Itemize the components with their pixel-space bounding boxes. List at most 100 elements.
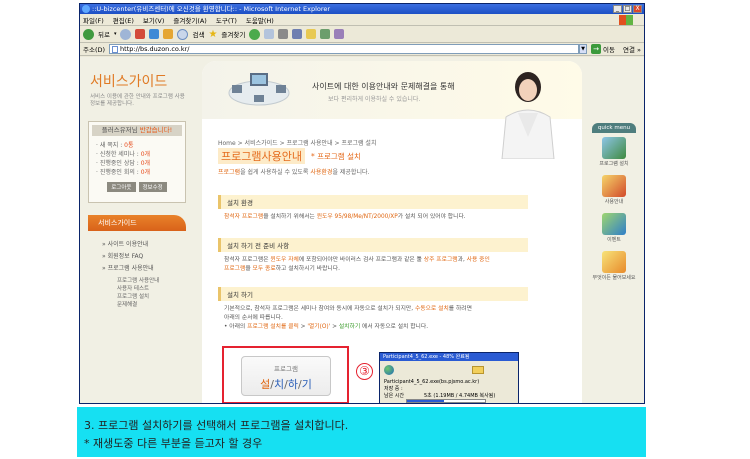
windows-logo-icon: [619, 15, 633, 25]
subnav-item[interactable]: 프로그램 설치: [117, 293, 190, 301]
banner-subtext: 보다 편리하게 이용하실 수 있습니다.: [328, 96, 421, 103]
menu-view[interactable]: 보기(V): [143, 15, 164, 25]
dialog-saving: 저장 중 :: [384, 386, 403, 392]
address-input[interactable]: http://bs.duzon.co.kr/: [109, 44, 580, 54]
section-install-env: 설치 환경 참석자 프로그램을 설치하기 위해서는 윈도우 95/98/Me/N…: [218, 195, 528, 226]
section-heading: 설치 환경: [218, 195, 528, 209]
window-title: ::U-bizcenter(유비즈센터)에 오신것을 환영합니다:: - Mic…: [92, 5, 331, 13]
caption-line-1: 3. 프로그램 설치하기를 선택해서 프로그램을 설치합니다.: [84, 419, 349, 432]
dialog-time-left-value: 5초 (1.19MB / 4.74MB 복사됨): [424, 393, 496, 399]
desc-highlight: 사용환경: [310, 169, 333, 176]
quick-item-install[interactable]: 프로그램 설치: [592, 137, 636, 167]
edit-icon[interactable]: [292, 29, 303, 39]
text: 과,: [457, 257, 467, 263]
close-button[interactable]: X: [633, 5, 642, 13]
service-subnav: 프로그램 사용안내 사용자 테스트 프로그램 설치 문제해결: [117, 277, 190, 309]
stat-value: 0개: [140, 160, 151, 167]
edit-info-button[interactable]: 정보수정: [138, 182, 167, 192]
text: 을 설치하기 위해서는: [263, 214, 317, 220]
toolbar: 뒤로 ▾ 검색 ★ 즐겨찾기: [80, 26, 644, 43]
page-title: 프로그램사용안내: [218, 148, 305, 164]
member-stats: · 새 쪽지 : 0통 · 신청한 세미나 : 0개 · 진행중인 상담 : 0…: [92, 141, 182, 177]
download-dialog: Participant4_5_62.exe - 48% 완료됨 Particip…: [379, 352, 519, 403]
list-item[interactable]: · 진행중인 상담 : 0개: [96, 159, 182, 168]
install-label-part: 치: [274, 378, 285, 391]
sidebar-item-site-guide[interactable]: » 사이트 이용안내: [102, 239, 190, 251]
text-highlight: 윈도우 95/98/Me/NT/2000/XP: [316, 214, 398, 220]
event-icon: [602, 213, 626, 235]
minimize-button[interactable]: _: [613, 5, 622, 13]
messenger-icon[interactable]: [320, 29, 331, 39]
print-icon[interactable]: [278, 29, 289, 39]
list-item[interactable]: · 새 쪽지 : 0통: [96, 141, 182, 150]
install-label-part: 설: [260, 378, 271, 391]
left-column: 서비스가이드 서비스 이용에 관한 안내와 프로그램 사용 정보를 제공합니다.…: [84, 61, 190, 401]
menu-file[interactable]: 파일(F): [83, 15, 104, 25]
install-program-button[interactable]: 프로그램 설/치/하/기: [241, 356, 331, 396]
address-url[interactable]: http://bs.duzon.co.kr/: [120, 45, 189, 53]
page-description: 프로그램을 쉽게 사용하실 수 있도록 사용환경을 제공합니다.: [218, 167, 369, 176]
quick-menu-title: quick menu: [592, 123, 636, 133]
subnav-item[interactable]: 프로그램 사용안내: [117, 277, 190, 285]
logout-button[interactable]: 로그아웃: [107, 182, 136, 192]
stat-label: 진행중인 회의 :: [99, 169, 139, 176]
subnav-item[interactable]: 사용자 테스트: [117, 285, 190, 293]
sidebar-item-program-guide[interactable]: » 프로그램 사용안내: [102, 263, 190, 275]
text-highlight: '열기(O)': [307, 324, 331, 330]
research-icon[interactable]: [334, 29, 345, 39]
favorites-button-label[interactable]: 즐겨찾기: [221, 29, 245, 39]
text: 하고 설치하시기 바랍니다.: [275, 266, 340, 272]
text: 을: [245, 266, 253, 272]
text-highlight: 사용 중인: [466, 257, 490, 263]
list-item[interactable]: · 신청한 세미나 : 0개: [96, 150, 182, 159]
go-button[interactable]: 이동: [603, 44, 615, 54]
search-icon[interactable]: [177, 28, 189, 40]
section-heading: 설치 하기 전 준비 사항: [218, 238, 528, 252]
refresh-icon[interactable]: [149, 29, 160, 39]
search-button-label[interactable]: 검색: [192, 29, 204, 39]
menu-help[interactable]: 도움말(H): [246, 15, 274, 25]
forward-arrow-icon[interactable]: [120, 28, 132, 40]
breadcrumb: Home > 서비스가이드 > 프로그램 사용안내 > 프로그램 설치: [218, 140, 377, 147]
menu-tools[interactable]: 도구(T): [216, 15, 237, 25]
back-dropdown-icon[interactable]: ▾: [114, 31, 117, 37]
links-button[interactable]: 연결 »: [623, 44, 641, 54]
go-arrow-icon[interactable]: →: [591, 44, 602, 54]
mail-icon[interactable]: [264, 29, 275, 39]
home-icon[interactable]: [163, 29, 174, 39]
quick-item-guide[interactable]: 사용안내: [592, 175, 636, 205]
back-button-label[interactable]: 뒤로: [98, 29, 110, 39]
main-content: 사이트에 대한 이용안내와 문제해결을 통해 보다 편리하게 이용하실 수 있습…: [202, 61, 582, 403]
favorites-star-icon[interactable]: ★: [208, 29, 217, 40]
history-icon[interactable]: [249, 28, 261, 40]
subnav-item[interactable]: 문제해결: [117, 301, 190, 309]
text: 에서 자동으로 설치 합니다.: [360, 324, 429, 330]
install-button-label: 설/치/하/기: [242, 376, 330, 392]
download-progress-fill: [407, 400, 445, 402]
section-title: 서비스가이드: [90, 74, 168, 90]
browser-window: ::U-bizcenter(유비즈센터)에 오신것을 환영합니다:: - Mic…: [79, 3, 645, 404]
menu-bar: 파일(F) 편집(E) 보기(V) 즐겨찾기(A) 도구(T) 도움말(H): [80, 14, 644, 26]
stat-label: 새 쪽지 :: [99, 142, 123, 149]
menu-edit[interactable]: 편집(E): [113, 15, 134, 25]
text: 아래의 순서에 따릅니다.: [224, 315, 283, 321]
maximize-button[interactable]: □: [623, 5, 632, 13]
text-highlight: 수동으로 설치: [414, 306, 449, 312]
member-box: 플러스유저님 반갑습니다! · 새 쪽지 : 0통 · 신청한 세미나 : 0개…: [88, 121, 186, 203]
section-install: 설치 하기 기본적으로, 참석자 프로그램은 세미나 참여와 동시에 자동으로 …: [218, 287, 528, 336]
list-item[interactable]: · 진행중인 회의 : 0개: [96, 168, 182, 177]
stop-icon[interactable]: [135, 29, 146, 39]
back-arrow-icon[interactable]: [83, 28, 94, 40]
install-icon: [602, 137, 626, 159]
quick-item-label: 사용안내: [604, 199, 624, 205]
menu-favorites[interactable]: 즐겨찾기(A): [173, 15, 206, 25]
text-highlight: 프로그램: [224, 266, 246, 272]
quick-menu: quick menu 프로그램 설치 사용안내 이벤트 무엇이든 물어보세요: [592, 123, 636, 289]
text: 참석자 프로그램은: [224, 257, 271, 263]
text: 를 하려면: [448, 306, 472, 312]
address-dropdown-icon[interactable]: ▼: [579, 44, 588, 54]
quick-item-qna[interactable]: 무엇이든 물어보세요: [592, 251, 636, 281]
sidebar-item-member-faq[interactable]: » 회원정보 FAQ: [102, 251, 190, 263]
quick-item-event[interactable]: 이벤트: [592, 213, 636, 243]
folder-icon[interactable]: [306, 29, 317, 39]
